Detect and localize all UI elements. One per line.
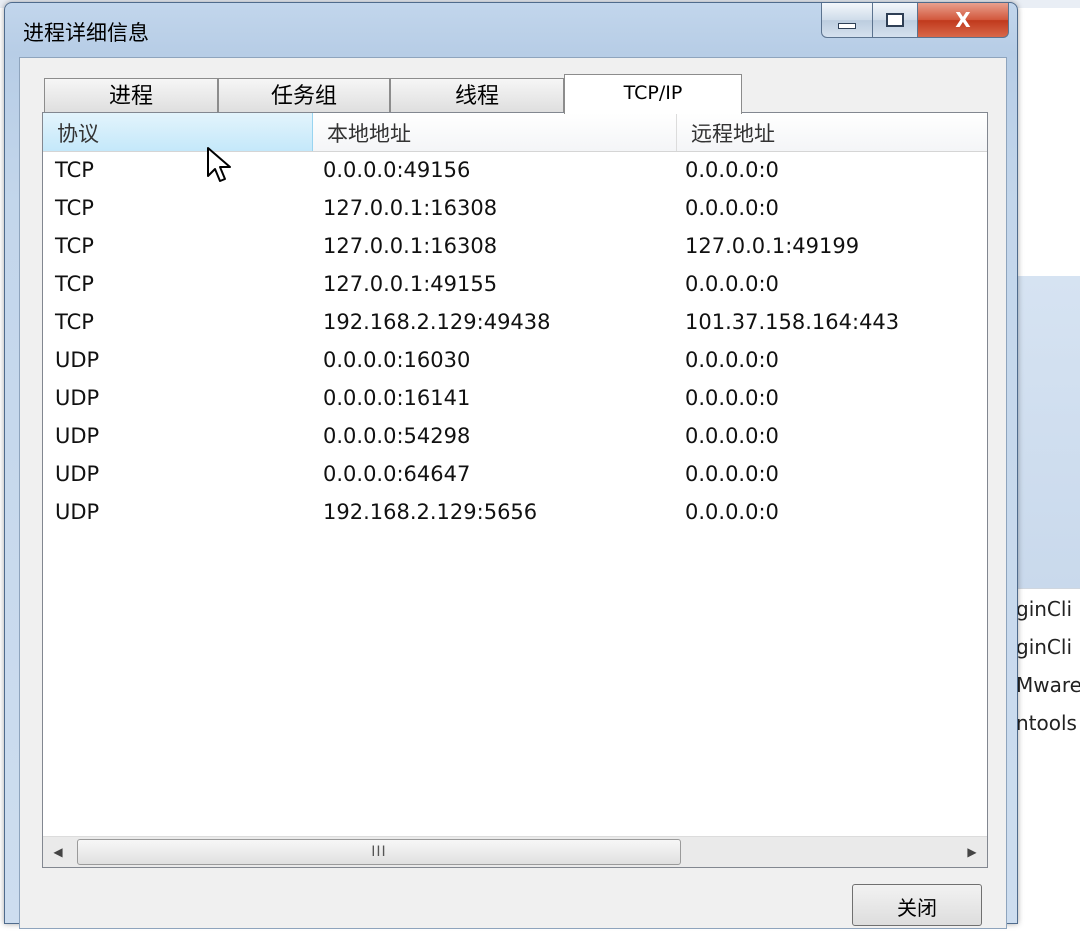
- table-row[interactable]: TCP 127.0.0.1:49155 0.0.0.0:0: [43, 266, 987, 304]
- cell-protocol: TCP: [55, 196, 94, 220]
- minimize-icon: [838, 23, 856, 29]
- cell-remote-address: 127.0.0.1:49199: [685, 234, 860, 258]
- background-list-item: ginCli: [1016, 597, 1073, 621]
- close-button[interactable]: 关闭: [852, 884, 982, 926]
- cell-local-address: 127.0.0.1:16308: [323, 196, 498, 220]
- window-title: 进程详细信息: [23, 21, 149, 45]
- background-list-item: Mware: [1016, 673, 1080, 697]
- cell-local-address: 127.0.0.1:49155: [323, 272, 498, 296]
- minimize-button[interactable]: [821, 3, 873, 38]
- table-row[interactable]: UDP 0.0.0.0:16030 0.0.0.0:0: [43, 342, 987, 380]
- cell-remote-address: 0.0.0.0:0: [685, 348, 779, 372]
- cell-local-address: 0.0.0.0:16141: [323, 386, 471, 410]
- cell-remote-address: 0.0.0.0:0: [685, 386, 779, 410]
- column-header-protocol[interactable]: 协议: [43, 113, 313, 151]
- cell-protocol: UDP: [55, 348, 100, 372]
- connections-list[interactable]: 协议 本地地址 远程地址 TCP 0.0.0.0:49156 0.0.0.0:0…: [42, 112, 988, 868]
- background-app-panel: [1016, 276, 1080, 588]
- table-row[interactable]: TCP 192.168.2.129:49438 101.37.158.164:4…: [43, 304, 987, 342]
- table-row[interactable]: TCP 127.0.0.1:16308 127.0.0.1:49199: [43, 228, 987, 266]
- horizontal-scrollbar[interactable]: ◀ III ▶: [43, 836, 987, 867]
- cell-protocol: TCP: [55, 234, 94, 258]
- cell-local-address: 0.0.0.0:64647: [323, 462, 471, 486]
- tab-processes[interactable]: 进程: [44, 78, 218, 113]
- cell-local-address: 0.0.0.0:54298: [323, 424, 471, 448]
- cell-remote-address: 0.0.0.0:0: [685, 500, 779, 524]
- tab-tcp-ip[interactable]: TCP/IP: [564, 74, 742, 114]
- table-row[interactable]: UDP 0.0.0.0:64647 0.0.0.0:0: [43, 456, 987, 494]
- table-row[interactable]: TCP 0.0.0.0:49156 0.0.0.0:0: [43, 152, 987, 190]
- cell-protocol: UDP: [55, 424, 100, 448]
- cell-local-address: 127.0.0.1:16308: [323, 234, 498, 258]
- cell-remote-address: 0.0.0.0:0: [685, 272, 779, 296]
- column-header-remote-address[interactable]: 远程地址: [677, 113, 987, 151]
- scroll-right-arrow-icon[interactable]: ▶: [957, 837, 987, 867]
- background-app-list: ginCli ginCli Mware ntools: [1008, 588, 1080, 904]
- cell-remote-address: 0.0.0.0:0: [685, 462, 779, 486]
- cell-remote-address: 101.37.158.164:443: [685, 310, 900, 334]
- column-header-local-address[interactable]: 本地地址: [313, 113, 677, 151]
- mouse-cursor-icon: [207, 147, 231, 182]
- background-list-item: ginCli: [1016, 635, 1073, 659]
- cell-remote-address: 0.0.0.0:0: [685, 158, 779, 182]
- cell-protocol: TCP: [55, 158, 94, 182]
- tab-threads[interactable]: 线程: [390, 78, 564, 113]
- table-row[interactable]: UDP 192.168.2.129:5656 0.0.0.0:0: [43, 494, 987, 532]
- close-icon: X: [955, 8, 971, 32]
- cell-protocol: UDP: [55, 500, 100, 524]
- dialog-client-area: 进程 任务组 线程 TCP/IP 协议 本地地址 远程地址 TCP 0.0.0.…: [19, 57, 1007, 929]
- cell-remote-address: 0.0.0.0:0: [685, 196, 779, 220]
- close-window-button[interactable]: X: [918, 3, 1009, 38]
- table-row[interactable]: UDP 0.0.0.0:54298 0.0.0.0:0: [43, 418, 987, 456]
- cell-remote-address: 0.0.0.0:0: [685, 424, 779, 448]
- cell-local-address: 192.168.2.129:49438: [323, 310, 551, 334]
- cell-local-address: 0.0.0.0:49156: [323, 158, 471, 182]
- background-list-item: ntools: [1016, 711, 1077, 735]
- cell-protocol: UDP: [55, 386, 100, 410]
- maximize-icon: [886, 13, 904, 27]
- cell-local-address: 0.0.0.0:16030: [323, 348, 471, 372]
- cell-protocol: TCP: [55, 272, 94, 296]
- table-row[interactable]: UDP 0.0.0.0:16141 0.0.0.0:0: [43, 380, 987, 418]
- cell-local-address: 192.168.2.129:5656: [323, 500, 538, 524]
- list-body: TCP 0.0.0.0:49156 0.0.0.0:0 TCP 127.0.0.…: [43, 152, 987, 532]
- table-row[interactable]: TCP 127.0.0.1:16308 0.0.0.0:0: [43, 190, 987, 228]
- maximize-button[interactable]: [873, 3, 918, 38]
- cell-protocol: TCP: [55, 310, 94, 334]
- cell-protocol: UDP: [55, 462, 100, 486]
- scrollbar-grip-icon: III: [371, 844, 387, 860]
- scrollbar-thumb[interactable]: III: [77, 839, 681, 865]
- tab-task-groups[interactable]: 任务组: [218, 78, 390, 113]
- process-details-window: 进程详细信息 X 进程 任务组 线程 TCP/IP 协议 本地地址 远程地址 T…: [4, 2, 1018, 929]
- list-header: 协议 本地地址 远程地址: [43, 113, 987, 152]
- caption-buttons: X: [821, 3, 1009, 43]
- scroll-left-arrow-icon[interactable]: ◀: [43, 837, 73, 867]
